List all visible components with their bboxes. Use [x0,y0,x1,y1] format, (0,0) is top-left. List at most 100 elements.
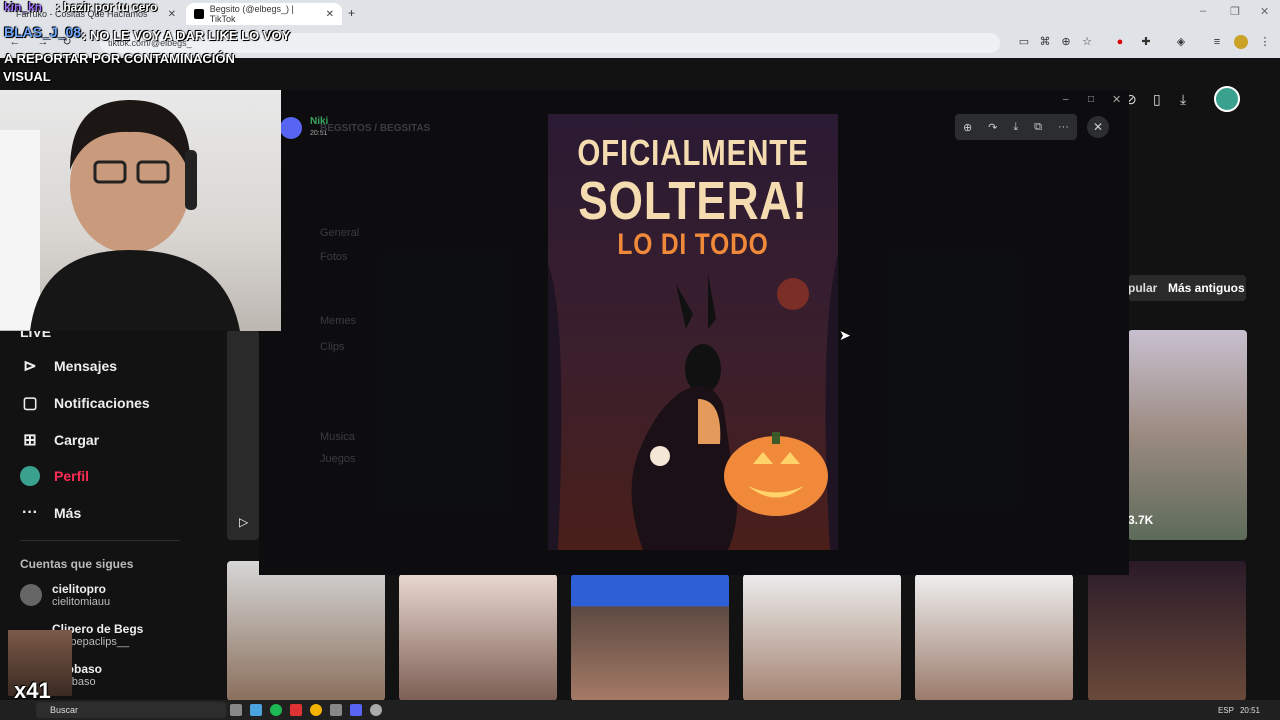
extensions-puzzle-icon[interactable]: ✚ [1139,35,1153,49]
channel-item[interactable]: Juegos [320,453,355,465]
sidebar-item-mas[interactable]: ··· Más [20,498,81,528]
sort-oldest-tab[interactable]: Más antiguos [1168,281,1245,295]
maximize-button[interactable]: ❐ [1230,5,1240,18]
account-name: cielitopro [52,582,107,596]
avatar-icon [20,466,40,486]
poster-image: OFICIALMENTE SOLTERA! LO DI TODO [548,114,838,550]
sidebar-item-label: Perfil [54,468,90,484]
video-thumbnail[interactable]: ▷ [227,330,259,540]
app-icon[interactable] [290,704,302,716]
bookmark-star-icon[interactable]: ☆ [1080,35,1094,49]
channel-item[interactable]: Clips [320,341,344,353]
send-icon: ⊳ [23,358,37,375]
chrome-icon[interactable] [310,704,322,716]
profile-avatar-icon[interactable] [1214,86,1240,112]
discord-minimize-button[interactable]: – [1063,94,1069,105]
explorer-icon[interactable] [250,704,262,716]
video-thumbnail[interactable]: 3.7K [1128,330,1247,540]
sidebar-item-notificaciones[interactable]: ▢ Notificaciones [20,388,150,418]
task-view-icon[interactable] [230,704,242,716]
spotify-icon[interactable] [270,704,282,716]
reading-list-icon[interactable]: ≡ [1210,35,1224,49]
cast-icon[interactable]: ▭ [1017,35,1031,49]
sidebar-item-perfil[interactable]: Perfil [20,461,89,491]
close-tab-icon[interactable]: ✕ [326,9,334,20]
forward-share-icon[interactable]: ↷ [988,121,997,134]
close-viewer-button[interactable]: ✕ [1087,116,1109,138]
video-thumbnail[interactable] [399,574,557,701]
poster-title-line1: OFICIALMENTE [577,132,809,173]
sidebar-item-label: Mensajes [54,358,118,374]
bunny-ears [676,274,716,329]
sort-popular-tab[interactable]: pular [1128,281,1157,295]
taskbar: Buscar ESP 20:51 [0,700,1280,720]
discord-icon[interactable] [350,704,362,716]
sidebar-item-cargar[interactable]: ⊞ Cargar [20,425,99,455]
menu-kebab-icon[interactable]: ⋮ [1258,35,1272,49]
video-thumbnail[interactable] [1088,561,1246,701]
chat-message: : hazir por tu cero [56,0,158,14]
zoom-in-icon[interactable]: ⊕ [963,121,972,134]
avatar [20,584,42,606]
download-icon[interactable]: ⤓ [1013,121,1018,134]
close-window-button[interactable]: ✕ [1260,5,1269,18]
channel-item[interactable]: Fotos [320,251,348,263]
sidebar-item-label: Más [54,505,82,521]
channel-item[interactable]: General [320,227,359,239]
phone-icon[interactable]: ▯ [1153,91,1161,108]
video-thumbnail[interactable] [743,574,901,701]
video-thumbnail[interactable] [915,574,1073,701]
sidebar-item-label: Cargar [54,432,100,448]
more-icon[interactable]: ··· [1058,121,1069,133]
language-indicator[interactable]: ESP [1218,706,1234,715]
poster-title-line3: LO DI TODO [617,228,769,261]
mouse-cursor-icon: ➤ [839,327,851,343]
view-count: 3.7K [1128,513,1154,527]
profile-avatar-icon[interactable] [1234,35,1248,49]
channel-item[interactable]: Memes [320,315,356,327]
tab-tiktok[interactable]: Begsito (@elbegs_) | TikTok ✕ [186,3,342,25]
extension-icon[interactable]: ◈ [1174,35,1188,49]
image-viewer-toolbar: ⊕ ↷ ⤓ ⧉ ··· [955,114,1077,140]
app-icon[interactable] [330,704,342,716]
account-handle: cielitomiauu [52,596,111,608]
discord-avatar-icon [280,117,302,139]
inbox-icon: ▢ [22,395,38,412]
zoom-icon[interactable]: ⊕ [1059,35,1073,49]
figure-body [631,386,737,550]
translate-icon[interactable]: ⌘ [1038,35,1052,49]
play-icon: ▷ [239,515,249,529]
upload-plus-icon: ⊞ [23,432,37,449]
tree-silhouette [825,254,838,550]
download-icon[interactable]: ⤓ [1180,91,1186,108]
clock[interactable]: 20:51 [1240,706,1260,715]
video-thumbnail[interactable] [227,561,385,701]
tiktok-favicon-icon [194,9,204,19]
pumpkin-shape [724,436,828,516]
moon-shape [777,278,809,310]
sidebar-item-mensajes[interactable]: ⊳ Mensajes [20,351,117,381]
account-item[interactable]: cielitopro cielitomiauu [20,582,110,608]
divider [20,540,180,541]
following-header: Cuentas que sigues [20,557,134,571]
chat-username: kin_kn [4,0,43,14]
open-external-icon[interactable]: ⧉ [1034,121,1042,134]
sidebar-item-label: Notificaciones [54,395,150,411]
taskbar-search[interactable]: Buscar [36,702,226,718]
visual-label: VISUAL [3,69,51,84]
new-tab-button[interactable]: + [348,6,355,20]
channel-item[interactable]: Musica [320,431,355,443]
tab-label: Begsito (@elbegs_) | TikTok [209,4,294,24]
discord-maximize-button[interactable]: □ [1088,94,1094,105]
video-thumbnail[interactable] [571,574,729,701]
streamer-silhouette [0,100,240,331]
close-tab-icon[interactable]: ✕ [168,9,176,20]
obs-icon[interactable] [370,704,382,716]
minimize-button[interactable]: – [1200,5,1206,17]
chat-message: : NO LE VOY A DAR LIKE LO VOY A REPORTAR… [4,28,291,66]
extension-opera-icon[interactable]: ● [1113,35,1127,49]
tree-silhouette [548,264,562,550]
webcam-feed [0,90,281,331]
more-icon: ··· [22,504,38,521]
discord-close-button[interactable]: ✕ [1112,93,1121,106]
